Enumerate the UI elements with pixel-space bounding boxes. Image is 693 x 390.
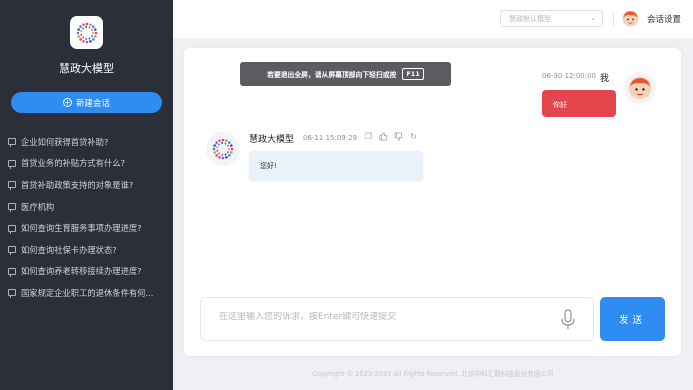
history-label: 企业如何获得首贷补助? — [21, 136, 109, 147]
user-message-name: 我 — [600, 74, 610, 84]
user-message-bubble: 你好 — [542, 90, 616, 117]
bot-message-name: 慧政大模型 — [249, 135, 295, 145]
history-item[interactable]: 企业如何获得首贷补助? — [8, 131, 168, 153]
thumbs-down-icon[interactable] — [394, 132, 403, 141]
fullscreen-toast: 若要退出全屏，请从屏幕顶部向下轻扫或按 F11 — [240, 62, 451, 86]
history-item[interactable]: 医疗机构 — [8, 196, 168, 218]
toast-key: F11 — [402, 68, 424, 80]
user-message-time: 06-30 12:00:00 — [542, 72, 597, 80]
chat-panel: 若要退出全屏，请从屏幕顶部向下轻扫或按 F11 06-30 12:00:00 我… — [184, 48, 681, 356]
new-chat-button[interactable]: + 新建会话 — [11, 92, 162, 113]
history-label: 首贷业务的补贴方式有什么? — [21, 158, 125, 169]
chat-icon — [8, 289, 16, 299]
sidebar: 慧政大模型 + 新建会话 企业如何获得首贷补助? 首贷业务的补贴方式有什么? 首… — [0, 0, 173, 390]
history-item[interactable]: 如何查询社保卡办理状态? — [8, 239, 168, 261]
chat-icon — [8, 203, 16, 213]
message-input[interactable] — [219, 312, 539, 322]
plus-icon: + — [62, 98, 72, 107]
send-button[interactable]: 发送 — [600, 297, 665, 341]
microphone-icon[interactable] — [560, 309, 576, 331]
new-chat-label: 新建会话 — [75, 98, 110, 109]
header: 慧政默认模型 ⌄ 会话设置 — [173, 0, 693, 38]
history-item[interactable]: 国家规定企业职工的退休条件有何... — [8, 282, 168, 304]
history-item[interactable]: 首贷补助政策支持的对象是谁? — [8, 174, 168, 196]
history-list: 企业如何获得首贷补助? 首贷业务的补贴方式有什么? 首贷补助政策支持的对象是谁?… — [8, 131, 168, 304]
chat-icon — [8, 224, 16, 234]
history-label: 国家规定企业职工的退休条件有何... — [21, 287, 154, 298]
toast-text: 若要退出全屏，请从屏幕顶部向下轻扫或按 — [267, 71, 397, 79]
copy-icon[interactable]: ❐ — [364, 132, 373, 141]
model-select[interactable]: 慧政默认模型 ⌄ — [500, 10, 603, 27]
chevron-down-icon: ⌄ — [590, 14, 596, 22]
model-select-placeholder: 慧政默认模型 — [509, 14, 551, 23]
user-avatar-icon — [624, 72, 656, 104]
chat-icon — [8, 246, 16, 256]
thumbs-up-icon[interactable] — [379, 132, 388, 141]
bot-message-time: 06-11 15:09:29 — [303, 134, 358, 142]
history-item[interactable]: 如何查询生育服务事项办理进度? — [8, 217, 168, 239]
chat-icon — [8, 181, 16, 191]
footer-copyright: Copyright © 2023-2033 All Rights Reserve… — [312, 370, 554, 378]
chat-icon — [8, 159, 16, 169]
history-label: 如何查询生育服务事项办理进度? — [21, 223, 142, 234]
history-label: 首贷补助政策支持的对象是谁? — [21, 179, 134, 190]
bot-avatar-icon — [206, 132, 240, 166]
divider — [613, 12, 614, 26]
app-title: 慧政大模型 — [59, 62, 114, 75]
history-label: 如何查询社保卡办理状态? — [21, 244, 117, 255]
chat-icon — [8, 267, 16, 277]
history-label: 如何查询养老转移接续办理进度? — [21, 266, 142, 277]
message-input-box — [200, 297, 594, 341]
user-avatar-icon[interactable] — [622, 10, 639, 27]
history-label: 医疗机构 — [21, 201, 55, 212]
bot-message-bubble: 您好! — [249, 151, 423, 181]
bot-message-actions: ❐ ↻ — [364, 132, 418, 141]
refresh-icon[interactable]: ↻ — [409, 132, 418, 141]
session-settings-link[interactable]: 会话设置 — [647, 13, 681, 25]
history-item[interactable]: 如何查询养老转移接续办理进度? — [8, 261, 168, 283]
history-item[interactable]: 首贷业务的补贴方式有什么? — [8, 153, 168, 175]
chat-icon — [8, 138, 16, 148]
logo-icon — [70, 16, 103, 49]
